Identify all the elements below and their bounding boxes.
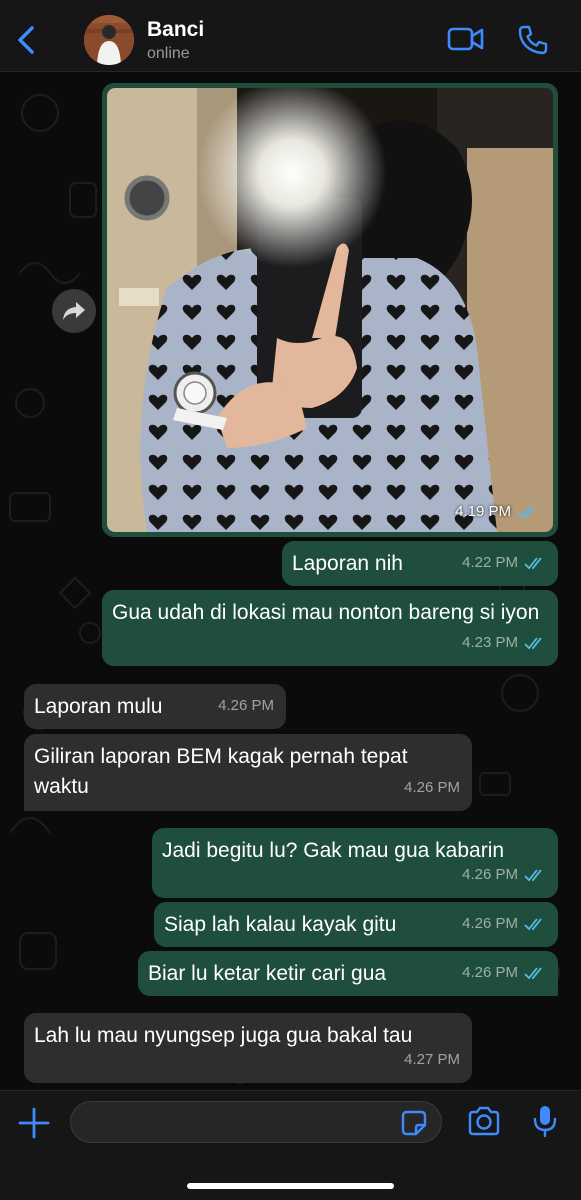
chat-photo[interactable]: 4.19 PM <box>107 88 553 532</box>
message-composer <box>0 1090 581 1200</box>
message-text: Jadi begitu lu? Gak mau gua kabarin <box>162 839 505 862</box>
message-meta: 4.26 PM <box>404 773 460 803</box>
message-bubble-in[interactable]: Lah lu mau nyungsep juga gua bakal tau 4… <box>24 1013 472 1083</box>
voice-call-button[interactable] <box>517 24 549 61</box>
contact-name[interactable]: Banci <box>147 18 204 42</box>
message-text: Giliran laporan BEM kagak pernah tepat w… <box>34 745 408 798</box>
message-text: Siap lah kalau kayak gitu <box>164 913 397 936</box>
message-meta: 4.26 PM <box>462 958 546 988</box>
message-bubble-out[interactable]: Jadi begitu lu? Gak mau gua kabarin 4.26… <box>152 828 558 898</box>
message-meta: 4.27 PM <box>404 1045 460 1075</box>
avatar[interactable] <box>84 15 134 65</box>
photo-message[interactable]: 4.19 PM <box>102 83 558 537</box>
message-text: Lah lu mau nyungsep juga gua bakal tau <box>34 1024 413 1047</box>
message-meta: 4.23 PM <box>462 628 546 658</box>
chat-area[interactable]: 4.19 PM Laporan nih 4.22 PM Gua udah di … <box>0 73 581 1090</box>
video-call-icon <box>447 27 484 51</box>
forward-icon <box>63 302 85 320</box>
chat-header: Banci online <box>0 0 581 72</box>
phone-icon <box>518 25 548 55</box>
message-input[interactable] <box>70 1101 442 1143</box>
message-time: 4.26 PM <box>404 779 460 796</box>
message-time: 4.23 PM <box>462 634 518 651</box>
read-receipt-icon <box>524 967 542 980</box>
read-receipt-icon <box>524 557 542 570</box>
sticker-button[interactable] <box>401 1110 427 1141</box>
plus-icon <box>18 1107 50 1139</box>
message-meta: 4.26 PM <box>462 860 546 890</box>
message-time: 4.27 PM <box>404 1051 460 1068</box>
attach-button[interactable] <box>16 1105 52 1146</box>
contact-status: online <box>147 45 190 62</box>
video-call-button[interactable] <box>447 24 485 59</box>
message-time: 4.22 PM <box>462 554 518 571</box>
message-text: Biar lu ketar ketir cari gua <box>148 962 387 985</box>
message-bubble-in[interactable]: Laporan mulu 4.26 PM <box>24 684 286 729</box>
message-meta: 4.26 PM <box>218 691 274 721</box>
message-bubble-in[interactable]: Giliran laporan BEM kagak pernah tepat w… <box>24 734 472 811</box>
message-bubble-out[interactable]: Gua udah di lokasi mau nonton bareng si … <box>102 590 558 666</box>
message-text: Laporan nih <box>292 552 403 575</box>
message-time: 4.26 PM <box>218 697 274 714</box>
message-meta: 4.26 PM <box>462 909 546 939</box>
chevron-left-icon <box>18 26 34 54</box>
message-bubble-out[interactable]: Laporan nih 4.22 PM <box>282 541 558 586</box>
microphone-icon <box>533 1106 557 1138</box>
message-bubble-out[interactable]: Biar lu ketar ketir cari gua 4.26 PM <box>138 951 558 996</box>
voice-note-button[interactable] <box>532 1104 558 1143</box>
sticker-icon <box>401 1110 427 1136</box>
read-receipt-icon <box>524 869 542 882</box>
back-button[interactable] <box>12 22 44 58</box>
message-time: 4.26 PM <box>462 866 518 883</box>
message-meta: 4.22 PM <box>462 548 546 578</box>
message-time: 4.26 PM <box>462 964 518 981</box>
read-receipt-icon <box>517 505 535 518</box>
home-indicator <box>187 1183 394 1189</box>
camera-icon <box>468 1106 500 1136</box>
read-receipt-icon <box>524 918 542 931</box>
photo-meta: 4.19 PM <box>455 503 539 520</box>
read-receipt-icon <box>524 637 542 650</box>
message-text: Laporan mulu <box>34 695 163 718</box>
message-bubble-out[interactable]: Siap lah kalau kayak gitu 4.26 PM <box>154 902 558 947</box>
camera-button[interactable] <box>467 1106 501 1141</box>
message-time: 4.19 PM <box>455 503 511 520</box>
message-text: Gua udah di lokasi mau nonton bareng si … <box>112 601 540 624</box>
forward-button[interactable] <box>52 289 96 333</box>
message-time: 4.26 PM <box>462 915 518 932</box>
